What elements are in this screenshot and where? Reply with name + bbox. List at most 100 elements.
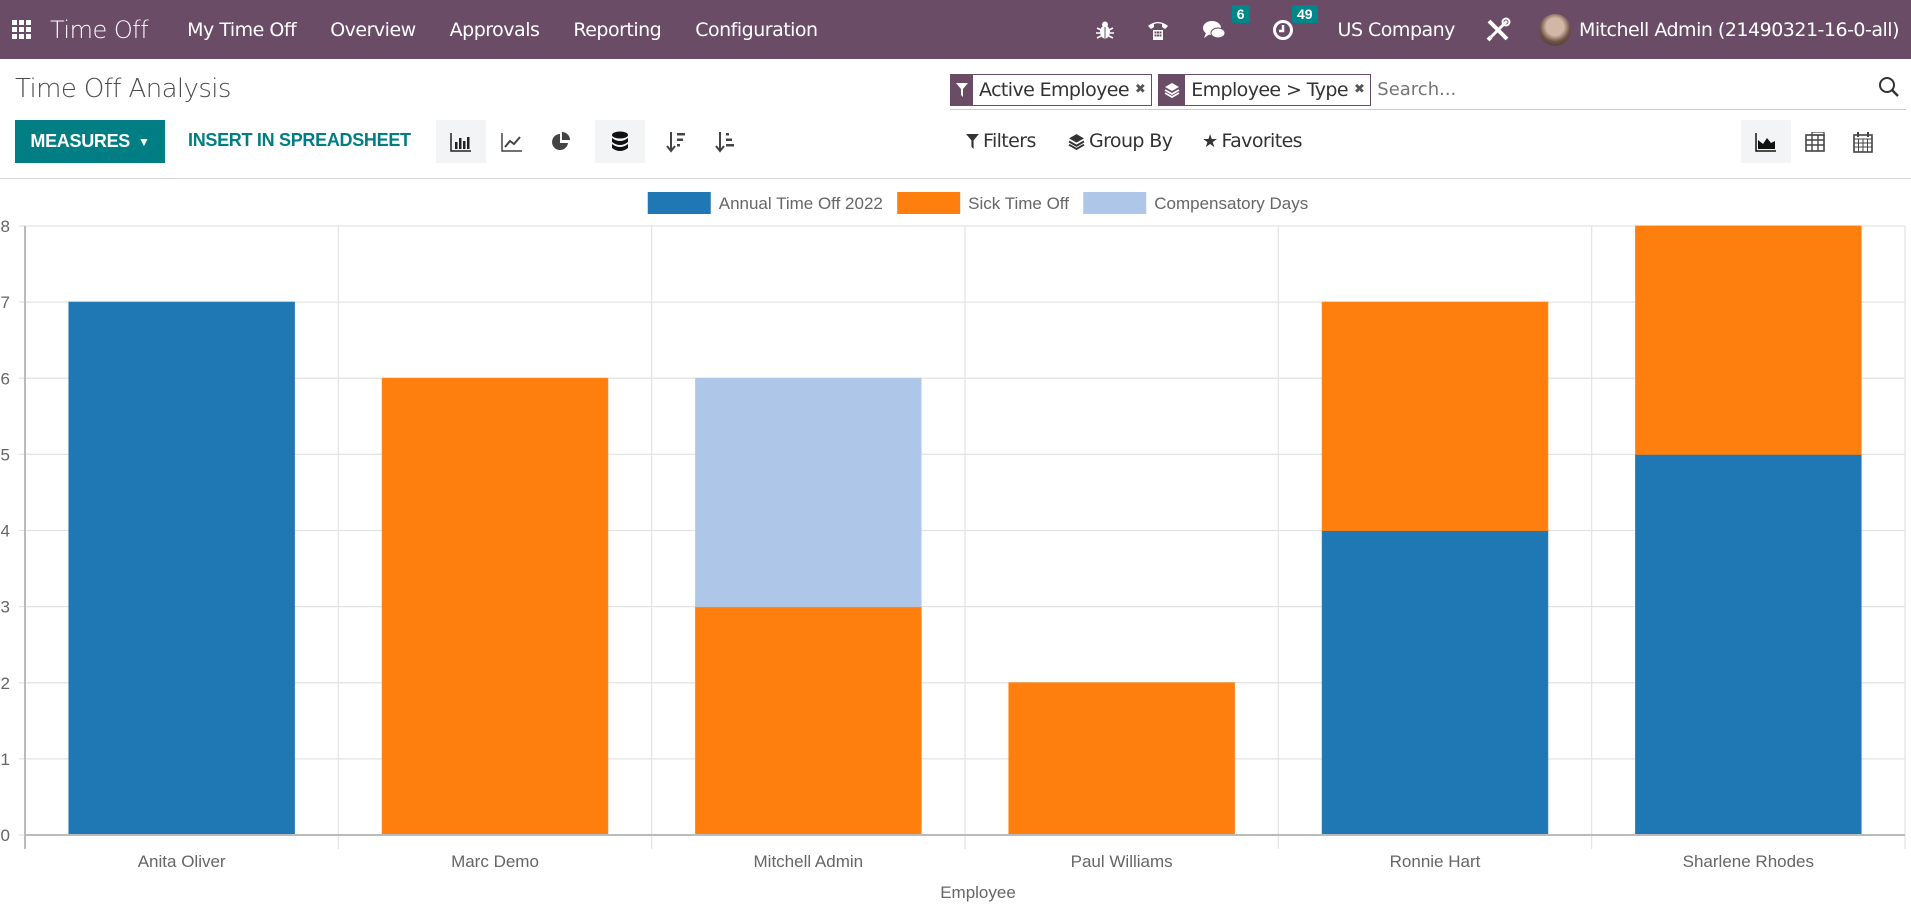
legend-swatch: [897, 192, 961, 214]
calendar-view-button[interactable]: [1838, 120, 1888, 163]
filter-icon: [966, 133, 979, 149]
legend-label: Sick Time Off: [968, 194, 1069, 213]
pie-chart-button[interactable]: [536, 120, 586, 163]
layers-icon: [1068, 133, 1085, 150]
legend-item[interactable]: Sick Time Off: [897, 192, 1069, 214]
legend-swatch: [1083, 192, 1147, 214]
filters-dropdown[interactable]: Filters: [966, 130, 1036, 152]
database-stack-icon: [612, 131, 628, 151]
legend-label: Annual Time Off 2022: [719, 194, 883, 213]
bar-segment: [1321, 301, 1549, 531]
messages-icon[interactable]: 6: [1202, 4, 1250, 41]
bar-segment: [1008, 682, 1235, 836]
bar-chart-button[interactable]: [436, 120, 486, 163]
filter-icon: [951, 74, 973, 105]
menu-my-time-off[interactable]: My Time Off: [170, 19, 313, 41]
clock-icon[interactable]: 49: [1272, 4, 1318, 41]
bar-segment: [1635, 453, 1862, 836]
search-facet-active-employee: Active Employee ✖: [950, 73, 1153, 106]
phone-icon[interactable]: [1146, 19, 1170, 41]
insert-in-spreadsheet-button[interactable]: INSERT IN SPREADSHEET: [188, 130, 411, 151]
x-axis-title: Employee: [940, 883, 1016, 902]
pie-chart-icon: [552, 131, 570, 150]
pivot-view-button[interactable]: [1790, 120, 1840, 163]
favorites-label: Favorites: [1221, 130, 1303, 152]
app-name[interactable]: Time Off: [50, 16, 149, 44]
line-chart-icon: [501, 132, 522, 152]
systray: 6 49 US Company Mitchell Admin (21490321…: [1080, 0, 1911, 59]
y-tick-label: 4: [1, 522, 10, 541]
x-tick-label: Sharlene Rhodes: [1683, 852, 1814, 871]
bar-segment: [695, 377, 922, 608]
measures-button[interactable]: MEASURES ▼: [15, 120, 165, 163]
y-tick-label: 0: [1, 826, 10, 845]
facet-label: Active Employee: [979, 78, 1130, 101]
y-tick-label: 7: [1, 293, 10, 312]
bug-icon[interactable]: [1095, 20, 1114, 40]
y-tick-label: 6: [1, 369, 10, 388]
measures-label: MEASURES: [30, 131, 131, 151]
y-tick-label: 8: [1, 217, 10, 236]
chart-grid: [19, 225, 1906, 849]
sort-descending-button[interactable]: [651, 120, 701, 163]
table-icon: [1805, 131, 1825, 152]
menu-configuration[interactable]: Configuration: [678, 19, 834, 41]
x-tick-label: Marc Demo: [451, 852, 539, 871]
user-menu[interactable]: Mitchell Admin (21490321-16-0-all): [1579, 19, 1900, 41]
caret-down-icon: ▼: [138, 134, 150, 149]
menu-approvals[interactable]: Approvals: [433, 19, 557, 41]
layers-icon: [1159, 74, 1186, 105]
legend-swatch: [647, 192, 711, 214]
y-tick-label: 1: [1, 750, 10, 769]
sort-ascending-button[interactable]: [700, 120, 750, 163]
star-icon: ★: [1202, 130, 1218, 152]
favorites-dropdown[interactable]: ★ Favorites: [1202, 130, 1303, 152]
legend-item[interactable]: Annual Time Off 2022: [647, 192, 883, 214]
bar-segment: [695, 606, 922, 836]
filters-label: Filters: [983, 130, 1036, 152]
page-title: Time Off Analysis: [15, 74, 231, 104]
remove-facet-icon[interactable]: ✖: [1354, 82, 1365, 97]
x-tick-label: Ronnie Hart: [1390, 852, 1481, 871]
line-chart-button[interactable]: [487, 120, 537, 163]
main-menu: My Time Off Overview Approvals Reporting…: [170, 19, 834, 41]
search-input[interactable]: [1377, 79, 1906, 100]
groupby-dropdown[interactable]: Group By: [1068, 130, 1173, 152]
stacked-bar-chart: Annual Time Off 2022 Sick Time Off Compens…: [1, 192, 1906, 902]
legend-item[interactable]: Compensatory Days: [1083, 192, 1308, 214]
graph-view-button[interactable]: [1741, 120, 1791, 163]
facet-label: Employee > Type: [1191, 78, 1348, 101]
x-tick-label: Mitchell Admin: [754, 852, 864, 871]
menu-overview[interactable]: Overview: [313, 19, 432, 41]
bar-chart-icon: [450, 132, 471, 152]
top-navbar: Time Off My Time Off Overview Approvals …: [0, 0, 1911, 59]
y-tick-label: 5: [1, 445, 10, 464]
messages-badge: 6: [1231, 4, 1250, 23]
search-bar: Active Employee ✖ Employee > Type ✖: [950, 70, 1906, 110]
user-avatar[interactable]: [1538, 13, 1571, 46]
grid-icon: [11, 20, 31, 39]
bar-segment: [1321, 530, 1549, 836]
remove-facet-icon[interactable]: ✖: [1135, 82, 1146, 97]
search-icon[interactable]: [1878, 76, 1900, 103]
app-switcher-button[interactable]: [2, 0, 40, 59]
area-chart-icon: [1755, 132, 1776, 152]
groupby-label: Group By: [1089, 130, 1173, 152]
tools-icon[interactable]: [1485, 17, 1511, 43]
legend-label: Compensatory Days: [1154, 194, 1308, 213]
menu-reporting[interactable]: Reporting: [556, 19, 678, 41]
company-switcher[interactable]: US Company: [1338, 19, 1456, 41]
calendar-icon: [1853, 131, 1873, 153]
x-tick-label: Paul Williams: [1071, 852, 1173, 871]
y-tick-label: 2: [1, 674, 10, 693]
chart-legend: Annual Time Off 2022 Sick Time Off Compens…: [647, 192, 1308, 214]
sort-ascending-icon: [715, 131, 734, 153]
x-tick-label: Anita Oliver: [138, 852, 226, 871]
sort-descending-icon: [666, 131, 685, 153]
bar-segment: [381, 377, 609, 836]
stacked-toggle-button[interactable]: [595, 120, 645, 163]
bar-segment: [1635, 225, 1862, 455]
y-tick-label: 3: [1, 598, 10, 617]
bar-segment: [68, 301, 295, 836]
search-facet-groupby: Employee > Type ✖: [1158, 73, 1372, 106]
